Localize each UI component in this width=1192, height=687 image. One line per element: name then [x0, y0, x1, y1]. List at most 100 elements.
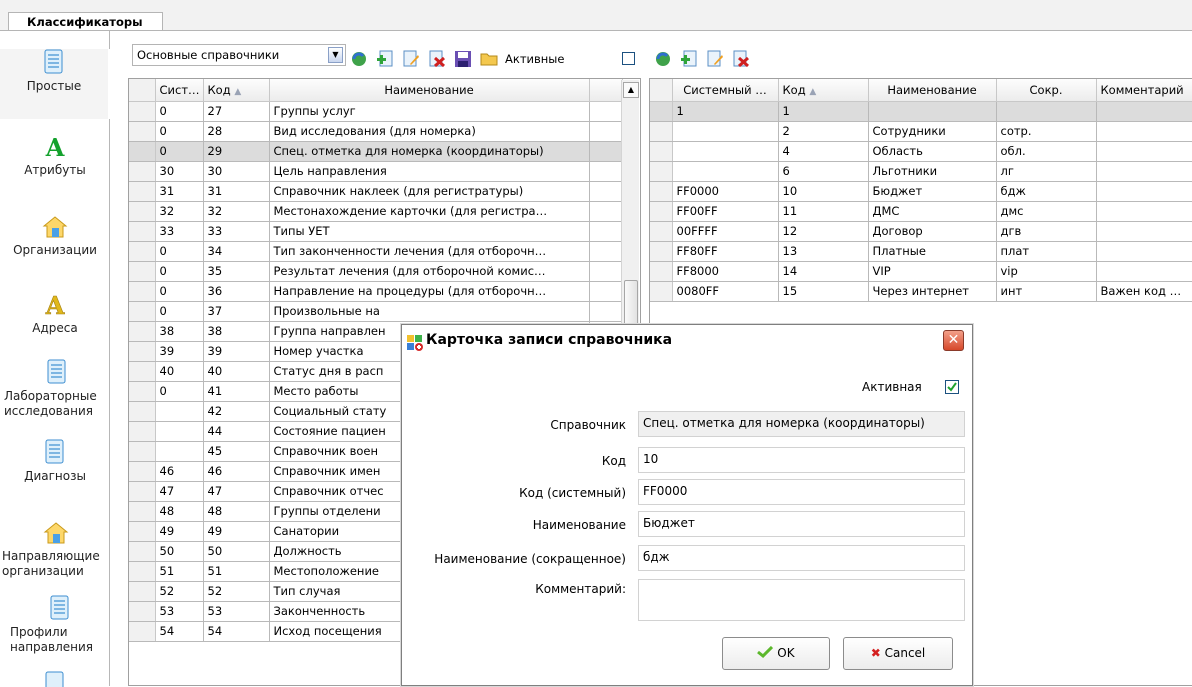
cell-system-code[interactable] [672, 121, 779, 142]
cell-name[interactable]: Справочник наклеек (для регистратуры) [269, 181, 590, 202]
cell-code[interactable]: 34 [203, 241, 270, 262]
cell-comment[interactable]: Важен код … [1096, 281, 1192, 302]
row-indicator[interactable] [650, 181, 673, 202]
row-indicator[interactable] [650, 281, 673, 302]
row-indicator[interactable] [129, 181, 156, 202]
cell-code[interactable]: 42 [203, 401, 270, 422]
cell-code[interactable]: 48 [203, 501, 270, 522]
cell-code[interactable]: 4 [778, 141, 869, 162]
cell-system[interactable]: 51 [155, 561, 204, 582]
cell-code[interactable]: 41 [203, 381, 270, 402]
cell-name[interactable]: Направление на процедуры (для отборочн… [269, 281, 590, 302]
row-indicator[interactable] [129, 421, 156, 442]
table-row[interactable]: 33 33 Типы УЕТ [129, 221, 623, 242]
cell-short[interactable]: vip [996, 261, 1097, 282]
system-code-field[interactable]: FF0000 [638, 479, 965, 505]
row-indicator[interactable] [129, 341, 156, 362]
active-checkbox[interactable] [945, 380, 959, 394]
cell-name[interactable]: Льготники [868, 161, 997, 182]
row-indicator[interactable] [129, 541, 156, 562]
nav-item-referring-orgs[interactable]: Направляющие организации [0, 521, 110, 593]
cell-name[interactable]: Тип законченности лечения (для отборочн… [269, 241, 590, 262]
delete-record-icon[interactable] [732, 50, 750, 68]
table-row[interactable]: 11 [650, 101, 1192, 122]
row-indicator[interactable] [129, 561, 156, 582]
code-field[interactable]: 10 [638, 447, 965, 473]
nav-item-attributes[interactable]: A Атрибуты [0, 135, 110, 195]
row-indicator[interactable] [650, 141, 673, 162]
delete-record-icon[interactable] [428, 50, 446, 68]
col-header-name[interactable]: Наименование [868, 79, 997, 102]
cell-system[interactable]: 39 [155, 341, 204, 362]
nav-item-diagnoses[interactable]: Диагнозы [0, 439, 110, 499]
row-indicator[interactable] [129, 261, 156, 282]
nav-item-addresses[interactable]: A Адреса [0, 293, 110, 353]
cell-system[interactable]: 0 [155, 281, 204, 302]
cell-code[interactable]: 38 [203, 321, 270, 342]
cell-system[interactable]: 40 [155, 361, 204, 382]
short-name-field[interactable]: бдж [638, 545, 965, 571]
table-row[interactable]: 2 Сотрудники сотр. [650, 121, 1192, 142]
table-row[interactable]: 0 29 Спец. отметка для номерка (координато… [129, 141, 623, 162]
cell-short[interactable] [996, 101, 1097, 122]
nav-item-lab-research[interactable]: Лабораторные исследования [0, 359, 110, 431]
row-indicator[interactable] [129, 481, 156, 502]
col-header-code[interactable]: Код ▲ [778, 79, 869, 102]
cell-name[interactable]: Договор [868, 221, 997, 242]
add-record-icon[interactable] [680, 50, 698, 68]
table-row[interactable]: 0 28 Вид исследования (для номерка) [129, 121, 623, 142]
cell-name[interactable]: Местонахождение карточки (для регистра… [269, 201, 590, 222]
col-header-comment[interactable]: Комментарий [1096, 79, 1192, 102]
cell-name[interactable]: Группы услуг [269, 101, 590, 122]
cell-system[interactable]: 0 [155, 141, 204, 162]
table-row[interactable]: FF8000 14 VIP vip [650, 261, 1192, 282]
cell-system[interactable]: 47 [155, 481, 204, 502]
cell-short[interactable]: обл. [996, 141, 1097, 162]
cell-code[interactable]: 51 [203, 561, 270, 582]
cell-system[interactable]: 0 [155, 241, 204, 262]
cell-system[interactable]: 31 [155, 181, 204, 202]
cell-system-code[interactable]: FF8000 [672, 261, 779, 282]
close-button[interactable]: ✕ [943, 330, 964, 351]
row-indicator[interactable] [129, 401, 156, 422]
cell-name[interactable]: Произвольные на [269, 301, 590, 322]
row-indicator[interactable] [129, 301, 156, 322]
cell-name[interactable]: Типы УЕТ [269, 221, 590, 242]
cell-code[interactable]: 28 [203, 121, 270, 142]
row-indicator[interactable] [129, 121, 156, 142]
cell-system[interactable]: 46 [155, 461, 204, 482]
cell-name[interactable]: Платные [868, 241, 997, 262]
cell-code[interactable]: 27 [203, 101, 270, 122]
scroll-up-icon[interactable]: ▲ [623, 82, 639, 98]
cell-comment[interactable] [1096, 141, 1192, 162]
table-row[interactable]: 0 35 Результат лечения (для отборочной ком… [129, 261, 623, 282]
cell-code[interactable]: 47 [203, 481, 270, 502]
row-indicator[interactable] [129, 621, 156, 642]
cell-system[interactable]: 54 [155, 621, 204, 642]
row-indicator[interactable] [129, 141, 156, 162]
cell-code[interactable]: 40 [203, 361, 270, 382]
cell-code[interactable]: 2 [778, 121, 869, 142]
cell-code[interactable]: 10 [778, 181, 869, 202]
cell-system[interactable]: 0 [155, 301, 204, 322]
cell-code[interactable]: 54 [203, 621, 270, 642]
cell-system[interactable]: 30 [155, 161, 204, 182]
cell-short[interactable]: дгв [996, 221, 1097, 242]
row-indicator[interactable] [129, 321, 156, 342]
directory-type-combo[interactable]: Основные справочники ▼ [132, 44, 346, 66]
row-indicator[interactable] [129, 201, 156, 222]
cell-system[interactable]: 0 [155, 381, 204, 402]
row-indicator[interactable] [129, 361, 156, 382]
table-row[interactable]: 0 27 Группы услуг [129, 101, 623, 122]
cell-system-code[interactable]: FF80FF [672, 241, 779, 262]
row-indicator[interactable] [129, 501, 156, 522]
cell-system[interactable]: 38 [155, 321, 204, 342]
row-indicator[interactable] [129, 221, 156, 242]
save-icon[interactable] [454, 50, 472, 68]
cell-short[interactable]: дмс [996, 201, 1097, 222]
cell-code[interactable]: 45 [203, 441, 270, 462]
row-indicator[interactable] [129, 461, 156, 482]
cell-system[interactable] [155, 441, 204, 462]
cell-system[interactable]: 33 [155, 221, 204, 242]
row-indicator[interactable] [650, 121, 673, 142]
